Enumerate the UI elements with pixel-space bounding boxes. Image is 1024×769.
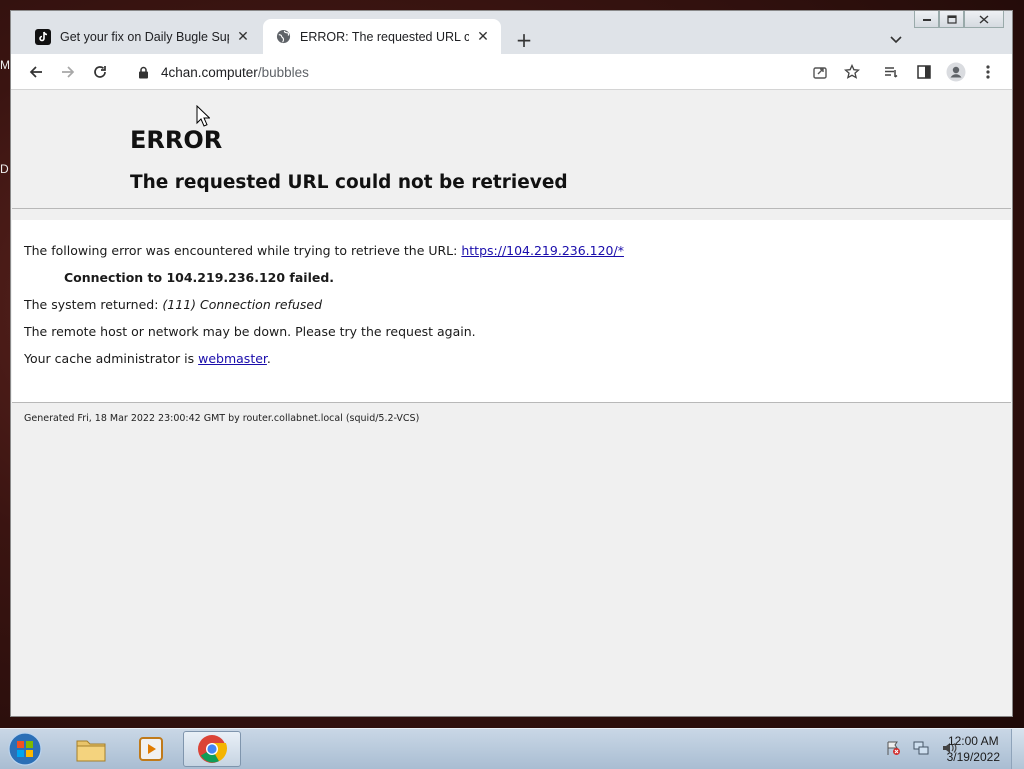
tab-title: ERROR: The requested URL could bbox=[300, 29, 469, 44]
cache-admin-line: Your cache administrator is webmaster. bbox=[24, 351, 271, 366]
minimize-button[interactable] bbox=[914, 11, 939, 28]
mouse-cursor-icon bbox=[196, 105, 210, 127]
media-player-icon bbox=[139, 737, 163, 761]
tiktok-icon bbox=[35, 28, 51, 45]
share-icon[interactable] bbox=[809, 61, 831, 83]
page-content: ERROR The requested URL could not be ret… bbox=[12, 90, 1011, 716]
start-button[interactable] bbox=[6, 731, 44, 767]
side-panel-icon[interactable] bbox=[913, 61, 935, 83]
system-returned-line: The system returned: (111) Connection re… bbox=[24, 297, 322, 312]
generated-footer: Generated Fri, 18 Mar 2022 23:00:42 GMT … bbox=[24, 413, 420, 424]
webmaster-link[interactable]: webmaster bbox=[198, 351, 267, 366]
profile-avatar-icon[interactable] bbox=[945, 61, 967, 83]
url-host: 4chan.computer bbox=[161, 64, 258, 80]
browser-window: Get your fix on Daily Bugle Supp ✕ ERROR… bbox=[10, 10, 1013, 717]
cache-admin-suffix: . bbox=[266, 351, 271, 366]
error-url-link[interactable]: https://104.219.236.120/* bbox=[461, 243, 624, 258]
reading-list-icon[interactable] bbox=[880, 61, 902, 83]
url-path: /bubbles bbox=[257, 64, 309, 80]
forward-button[interactable] bbox=[57, 61, 79, 83]
taskbar: 12:00 AM 3/19/2022 bbox=[0, 728, 1024, 769]
menu-icon[interactable] bbox=[977, 61, 999, 83]
network-icon[interactable] bbox=[912, 739, 930, 757]
tab-title: Get your fix on Daily Bugle Supp bbox=[60, 29, 229, 44]
cache-admin-label: Your cache administrator is bbox=[24, 351, 199, 366]
system-returned-value: (111) Connection refused bbox=[162, 297, 322, 312]
taskbar-clock[interactable]: 12:00 AM 3/19/2022 bbox=[947, 733, 1000, 765]
clock-date: 3/19/2022 bbox=[946, 750, 1000, 764]
globe-icon bbox=[275, 29, 291, 45]
show-desktop-button[interactable] bbox=[1011, 729, 1024, 769]
error-url-line: The following error was encountered whil… bbox=[24, 243, 624, 258]
star-icon[interactable] bbox=[841, 61, 863, 83]
clock-time: 12:00 AM bbox=[947, 734, 999, 748]
browser-toolbar: 4chan.computer/bubbles bbox=[11, 54, 1012, 90]
system-returned-label: The system returned: bbox=[24, 297, 163, 312]
page-title: ERROR bbox=[130, 126, 223, 154]
error-header: ERROR The requested URL could not be ret… bbox=[12, 90, 1011, 209]
close-window-button[interactable] bbox=[964, 11, 1004, 28]
error-url-label: The following error was encountered whil… bbox=[24, 243, 462, 258]
tab-daily-bugle[interactable]: Get your fix on Daily Bugle Supp ✕ bbox=[23, 19, 261, 54]
window-controls bbox=[914, 11, 1004, 28]
remote-host-message: The remote host or network may be down. … bbox=[24, 324, 476, 339]
close-tab-icon[interactable]: ✕ bbox=[235, 28, 251, 45]
error-body: The following error was encountered whil… bbox=[12, 220, 1011, 403]
action-center-flag-icon[interactable] bbox=[884, 739, 902, 757]
desktop-icon-label: M bbox=[0, 58, 10, 72]
back-button[interactable] bbox=[25, 61, 47, 83]
reload-button[interactable] bbox=[89, 61, 111, 83]
connection-failed-text: Connection to 104.219.236.120 failed. bbox=[64, 270, 335, 285]
address-bar[interactable]: 4chan.computer/bubbles bbox=[127, 58, 862, 86]
file-explorer-icon bbox=[76, 740, 106, 762]
file-explorer-taskbar-button[interactable] bbox=[62, 731, 120, 767]
lock-icon[interactable] bbox=[135, 64, 151, 80]
chevron-down-icon[interactable] bbox=[886, 31, 906, 49]
tab-strip: Get your fix on Daily Bugle Supp ✕ ERROR… bbox=[11, 11, 1012, 54]
url-text[interactable]: 4chan.computer/bubbles bbox=[161, 65, 309, 80]
chrome-icon bbox=[198, 735, 227, 763]
page-subtitle: The requested URL could not be retrieved bbox=[130, 172, 568, 193]
maximize-button[interactable] bbox=[939, 11, 964, 28]
chrome-taskbar-button[interactable] bbox=[183, 731, 241, 767]
tab-error[interactable]: ERROR: The requested URL could ✕ bbox=[263, 19, 501, 54]
desktop-icon-label: D bbox=[0, 162, 9, 176]
close-tab-icon[interactable]: ✕ bbox=[475, 28, 491, 45]
media-player-taskbar-button[interactable] bbox=[122, 731, 180, 767]
new-tab-button[interactable]: + bbox=[513, 28, 535, 52]
